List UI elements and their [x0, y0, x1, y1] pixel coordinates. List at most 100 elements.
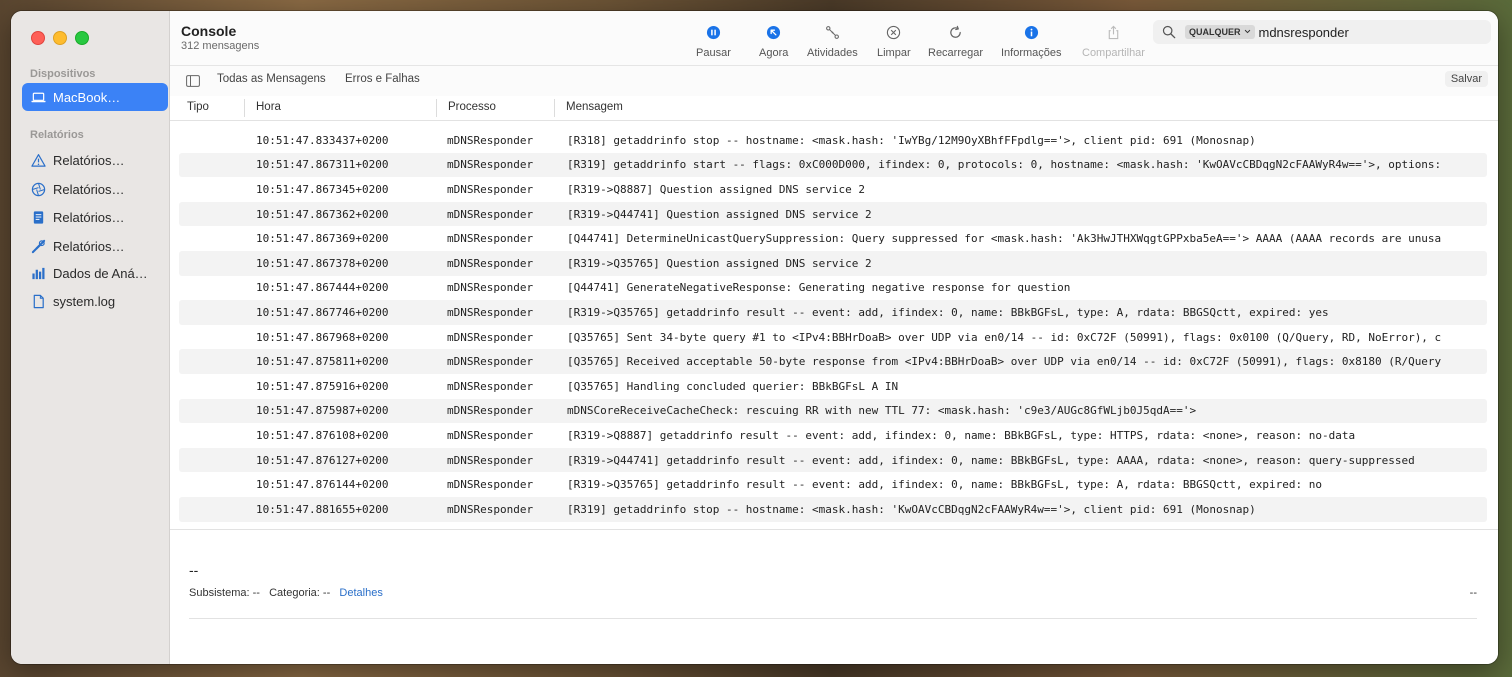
- pause-button[interactable]: Pausar: [696, 23, 731, 65]
- cell-time: 10:51:47.875987+0200: [256, 404, 389, 418]
- cell-message: [Q35765] Sent 34-byte query #1 to <IPv4:…: [567, 330, 1442, 344]
- cell-time: 10:51:47.875916+0200: [256, 379, 389, 393]
- cell-message: [R318] getaddrinfo stop -- hostname: <ma…: [567, 133, 1256, 147]
- column-type[interactable]: Tipo: [187, 101, 209, 113]
- share-button[interactable]: Compartilhar: [1082, 23, 1145, 65]
- table-row[interactable]: 10:51:47.867444+0200 mDNSResponder [Q44741…: [179, 276, 1487, 301]
- sidebar-item-label: Relatórios…: [53, 209, 125, 225]
- table-row[interactable]: 10:51:47.867311+0200 mDNSResponder [R319] …: [179, 152, 1487, 178]
- filter-bar: Todas as Mensagens Erros e Falhas Salvar: [170, 65, 1498, 97]
- arrow-up-left-icon: [765, 23, 783, 41]
- details-link[interactable]: Detalhes: [339, 587, 382, 599]
- table-header: Tipo Hora Processo Mensagem: [170, 96, 1498, 121]
- cell-time: 10:51:47.881655+0200: [256, 502, 389, 516]
- cell-process: mDNSResponder: [447, 305, 534, 319]
- bar-chart-icon: [30, 265, 46, 281]
- column-message[interactable]: Mensagem: [566, 101, 623, 113]
- zoom-button[interactable]: [75, 31, 89, 45]
- sidebar-item-label: MacBook…: [53, 89, 121, 105]
- cell-process: mDNSResponder: [447, 207, 534, 221]
- cell-process: mDNSResponder: [447, 502, 534, 516]
- sidebar-toggle-icon[interactable]: [186, 74, 200, 87]
- table-row[interactable]: 10:51:47.876144+0200 mDNSResponder [R319->…: [179, 472, 1487, 497]
- cell-process: mDNSResponder: [447, 133, 534, 147]
- cell-message: [R319->Q35765] Question assigned DNS ser…: [567, 256, 872, 270]
- toolbar: Console 312 mensagens Pausar Agora Ativi…: [170, 11, 1498, 65]
- table-row[interactable]: 10:51:47.875987+0200 mDNSResponder mDNSCor…: [179, 398, 1487, 424]
- cell-process: mDNSResponder: [447, 182, 534, 196]
- aperture-icon: [30, 181, 46, 197]
- cell-message: mDNSCoreReceiveCacheCheck: rescuing RR w…: [567, 404, 1197, 418]
- table-row[interactable]: 10:51:47.876127+0200 mDNSResponder [R319->…: [179, 447, 1487, 473]
- cell-time: 10:51:47.867746+0200: [256, 305, 389, 319]
- column-process[interactable]: Processo: [448, 101, 496, 113]
- column-divider[interactable]: [554, 99, 555, 117]
- table-row[interactable]: 10:51:47.867345+0200 mDNSResponder [R319->…: [179, 177, 1487, 202]
- table-row[interactable]: 10:51:47.875811+0200 mDNSResponder [Q35765…: [179, 349, 1487, 374]
- column-divider[interactable]: [436, 99, 437, 117]
- devices-header: Dispositivos: [30, 68, 96, 80]
- sidebar-item-system-log[interactable]: system.log: [22, 287, 168, 315]
- warning-triangle-icon: [30, 152, 46, 168]
- table-row[interactable]: 10:51:47.875916+0200 mDNSResponder [Q35765…: [179, 374, 1487, 399]
- sidebar-item-spin-reports[interactable]: Relatórios…: [22, 175, 168, 203]
- filter-all-messages[interactable]: Todas as Mensagens: [217, 73, 326, 85]
- info-icon: [1022, 23, 1040, 41]
- table-row[interactable]: 10:51:47.876108+0200 mDNSResponder [R319->…: [179, 423, 1487, 448]
- table-row[interactable]: 10:51:47.881655+0200 mDNSResponder [R319] …: [179, 496, 1487, 522]
- sidebar-item-diagnostic-reports[interactable]: Relatórios…: [22, 232, 168, 260]
- cell-message: [R319->Q35765] getaddrinfo result -- eve…: [567, 305, 1329, 319]
- cell-process: mDNSResponder: [447, 355, 534, 369]
- now-button[interactable]: Agora: [759, 23, 788, 65]
- filter-errors-faults[interactable]: Erros e Falhas: [345, 73, 420, 85]
- clear-button[interactable]: Limpar: [877, 23, 911, 65]
- close-button[interactable]: [31, 31, 45, 45]
- cell-time: 10:51:47.867968+0200: [256, 330, 389, 344]
- app-title: Console: [181, 23, 237, 39]
- cell-message: [Q35765] Handling concluded querier: BBk…: [567, 379, 899, 393]
- search-filter-token[interactable]: QUALQUER: [1185, 25, 1255, 39]
- reports-header: Relatórios: [30, 129, 84, 141]
- column-time[interactable]: Hora: [256, 101, 281, 113]
- cell-process: mDNSResponder: [447, 453, 534, 467]
- search-field[interactable]: QUALQUER: [1153, 20, 1491, 44]
- sidebar-item-analytics[interactable]: Dados de Aná…: [22, 259, 168, 287]
- save-button[interactable]: Salvar: [1444, 71, 1488, 87]
- search-input[interactable]: [1258, 24, 1379, 40]
- table-row[interactable]: 10:51:47.867968+0200 mDNSResponder [Q35765…: [179, 325, 1487, 350]
- cell-message: [R319->Q8887] getaddrinfo result -- even…: [567, 428, 1356, 442]
- table-row[interactable]: 10:51:47.867746+0200 mDNSResponder [R319->…: [179, 300, 1487, 325]
- laptop-icon: [30, 89, 46, 105]
- reload-button[interactable]: Recarregar: [928, 23, 983, 65]
- cell-message: [Q35765] Received acceptable 50-byte res…: [567, 355, 1442, 369]
- info-button[interactable]: Informações: [1001, 23, 1062, 65]
- message-count: 312 mensagens: [181, 40, 260, 52]
- minimize-button[interactable]: [53, 31, 67, 45]
- table-row[interactable]: 10:51:47.867362+0200 mDNSResponder [R319->…: [179, 201, 1487, 227]
- cell-process: mDNSResponder: [447, 256, 534, 270]
- cell-process: mDNSResponder: [447, 232, 534, 246]
- sidebar-item-label: system.log: [53, 293, 116, 309]
- cell-message: [R319] getaddrinfo stop -- hostname: <ma…: [567, 502, 1256, 516]
- cell-time: 10:51:47.867378+0200: [256, 256, 389, 270]
- sidebar-item-log-reports[interactable]: Relatórios…: [22, 203, 168, 231]
- cell-process: mDNSResponder: [447, 379, 534, 393]
- table-row[interactable]: 10:51:47.867378+0200 mDNSResponder [R319->…: [179, 250, 1487, 276]
- cell-process: mDNSResponder: [447, 478, 534, 492]
- cell-process: mDNSResponder: [447, 330, 534, 344]
- chevron-down-icon: [1244, 27, 1251, 37]
- cell-message: [R319->Q44741] Question assigned DNS ser…: [567, 207, 872, 221]
- file-icon: [30, 293, 46, 309]
- cell-message: [Q44741] GenerateNegativeResponse: Gener…: [567, 281, 1071, 295]
- cell-message: [R319->Q44741] getaddrinfo result -- eve…: [567, 453, 1415, 467]
- activities-button[interactable]: Atividades: [807, 23, 858, 65]
- table-row[interactable]: 10:51:47.867369+0200 mDNSResponder [Q44741…: [179, 226, 1487, 251]
- table-row[interactable]: 10:51:47.833437+0200 mDNSResponder [R318] …: [179, 128, 1487, 153]
- reload-icon: [947, 23, 965, 41]
- column-divider[interactable]: [244, 99, 245, 117]
- sidebar-item-device[interactable]: MacBook…: [22, 83, 168, 111]
- cell-time: 10:51:47.867362+0200: [256, 207, 389, 221]
- cell-message: [R319] getaddrinfo start -- flags: 0xC00…: [567, 158, 1442, 172]
- activity-graph-icon: [823, 23, 841, 41]
- sidebar-item-crash-reports[interactable]: Relatórios…: [22, 146, 168, 174]
